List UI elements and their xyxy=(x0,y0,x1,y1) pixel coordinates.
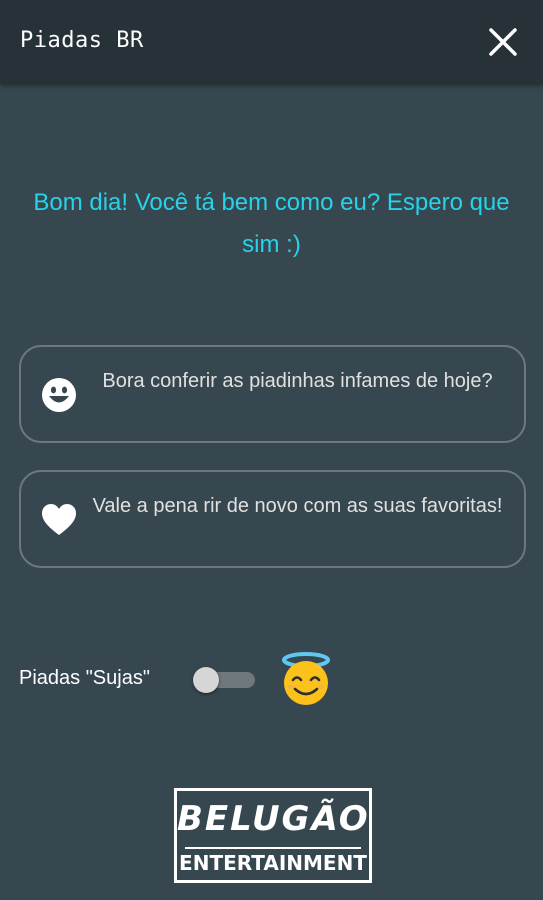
dirty-jokes-label: Piadas "Sujas" xyxy=(19,667,150,689)
todays-jokes-button[interactable]: Bora conferir as piadinhas infames de ho… xyxy=(19,345,526,443)
smiley-icon xyxy=(41,377,77,413)
greeting-message: Bom dia! Você tá bem como eu? Espero que… xyxy=(33,189,510,258)
logo-title: BELUGÃO xyxy=(177,799,370,839)
app-title: Piadas BR xyxy=(20,28,144,53)
close-icon xyxy=(489,28,517,56)
dirty-jokes-toggle[interactable] xyxy=(193,665,257,695)
logo-subtitle: ENTERTAINMENT xyxy=(179,851,367,875)
app-bar: Piadas BR xyxy=(0,0,543,84)
favorites-label: Vale a pena rir de novo com as suas favo… xyxy=(92,495,503,517)
angel-face-emoji xyxy=(282,652,330,705)
belugao-logo: BELUGÃO ENTERTAINMENT xyxy=(174,788,372,883)
toggle-thumb xyxy=(193,667,219,693)
heart-icon xyxy=(41,502,77,538)
close-button[interactable] xyxy=(483,22,523,62)
logo-divider xyxy=(185,847,361,849)
todays-jokes-label: Bora conferir as piadinhas infames de ho… xyxy=(102,370,493,392)
favorites-button[interactable]: Vale a pena rir de novo com as suas favo… xyxy=(19,470,526,568)
